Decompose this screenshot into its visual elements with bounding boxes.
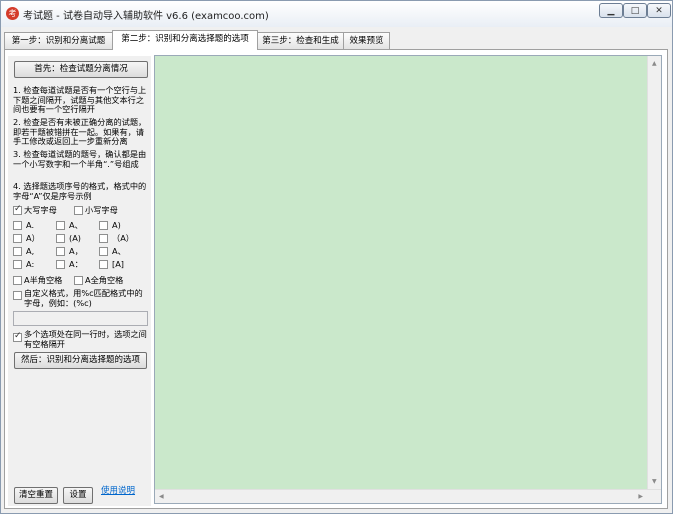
identify-options-button[interactable]: 然后：识别和分离选择题的选项 — [14, 352, 147, 369]
format-checkbox[interactable] — [13, 260, 22, 269]
format-label: [A] — [112, 259, 124, 269]
format-label: A) — [112, 220, 121, 230]
format-label: (A) — [69, 233, 81, 243]
format-checkbox[interactable] — [56, 221, 65, 230]
minimize-icon: ▁ — [607, 6, 615, 16]
help-link[interactable]: 使用说明 — [101, 484, 135, 496]
halfwidth-space-label: A半角空格 — [24, 275, 63, 285]
vertical-scrollbar[interactable]: ▲ ▼ — [647, 56, 661, 503]
window-title: 考试题 - 试卷自动导入辅助软件 v6.6 (examcoo.com) — [23, 11, 269, 22]
maximize-button[interactable]: □ — [623, 3, 647, 18]
format-checkbox[interactable] — [13, 247, 22, 256]
check-separation-button[interactable]: 首先：检查试题分离情况 — [14, 61, 148, 78]
instruction-2: 2. 检查是否有未被正确分离的试题，即若干题被错拼在一起。如果有，请手工修改或返… — [13, 117, 147, 146]
multi-option-label: 多个选项处在同一行时，选项之间有空格隔开 — [24, 329, 147, 349]
instruction-3: 3. 检查每道试题的题号，确认都是由一个小写数字和一个半角“.”号组成 — [13, 149, 147, 169]
format-label: A： — [69, 259, 83, 269]
format-checkbox[interactable] — [99, 221, 108, 230]
question-editor[interactable]: ▲ ▼ ◀ ▶ — [154, 55, 662, 504]
format-label: A、 — [69, 220, 83, 230]
format-checkbox[interactable] — [99, 247, 108, 256]
fullwidth-space-checkbox[interactable] — [74, 276, 83, 285]
horizontal-scrollbar[interactable]: ◀ ▶ — [155, 489, 661, 503]
halfwidth-space-checkbox[interactable] — [13, 276, 22, 285]
format-checkbox[interactable] — [99, 260, 108, 269]
scroll-down-icon[interactable]: ▼ — [652, 478, 657, 485]
format-label: （A） — [112, 233, 134, 243]
format-checkbox[interactable] — [13, 221, 22, 230]
multi-option-checkbox[interactable] — [13, 331, 22, 342]
settings-button[interactable]: 设置 — [63, 487, 93, 504]
lowercase-checkbox[interactable] — [74, 206, 83, 215]
format-checkbox[interactable] — [56, 260, 65, 269]
lowercase-label: 小写字母 — [85, 205, 118, 215]
format-label: A, — [26, 246, 35, 256]
clear-reset-button[interactable]: 清空重置 — [14, 487, 58, 504]
uppercase-label: 大写字母 — [24, 205, 57, 215]
instruction-4: 4. 选择题选项序号的格式，格式中的字母“A”仅是序号示例 — [13, 181, 147, 201]
close-icon: ✕ — [655, 6, 663, 16]
tab-step1[interactable]: 第一步：识别和分离试题 — [4, 32, 113, 49]
format-label: A. — [26, 220, 35, 230]
tab-step2[interactable]: 第二步：识别和分离选择题的选项 — [112, 30, 258, 50]
close-button[interactable]: ✕ — [647, 3, 671, 18]
scroll-up-icon[interactable]: ▲ — [652, 60, 657, 67]
format-checkbox[interactable] — [99, 234, 108, 243]
format-checkbox[interactable] — [56, 247, 65, 256]
title-bar: 考 考试题 - 试卷自动导入辅助软件 v6.6 (examcoo.com) ▁ … — [1, 1, 672, 27]
minimize-button[interactable]: ▁ — [599, 3, 623, 18]
format-checkbox[interactable] — [13, 234, 22, 243]
scroll-right-icon[interactable]: ▶ — [638, 493, 643, 500]
format-label: A， — [69, 246, 83, 256]
custom-format-label: 自定义格式，用%c匹配格式中的字母，例如：(%c) — [24, 288, 143, 308]
tab-preview[interactable]: 效果预览 — [343, 32, 390, 49]
scroll-left-icon[interactable]: ◀ — [159, 493, 164, 500]
fullwidth-space-label: A全角空格 — [85, 275, 124, 285]
custom-format-checkbox[interactable] — [13, 291, 22, 300]
app-logo-icon: 考 — [6, 7, 19, 20]
instruction-1: 1. 检查每道试题是否有一个空行与上下题之间隔开，试题与其他文本行之间也要有一个… — [13, 85, 147, 114]
format-label: A、 — [112, 246, 126, 256]
maximize-icon: □ — [630, 6, 640, 16]
custom-format-input[interactable] — [13, 311, 148, 326]
format-label: A） — [26, 233, 40, 243]
tab-step3[interactable]: 第三步：检查和生成 — [257, 32, 344, 49]
uppercase-checkbox[interactable] — [13, 204, 22, 215]
format-label: A: — [26, 259, 35, 269]
format-checkbox[interactable] — [56, 234, 65, 243]
